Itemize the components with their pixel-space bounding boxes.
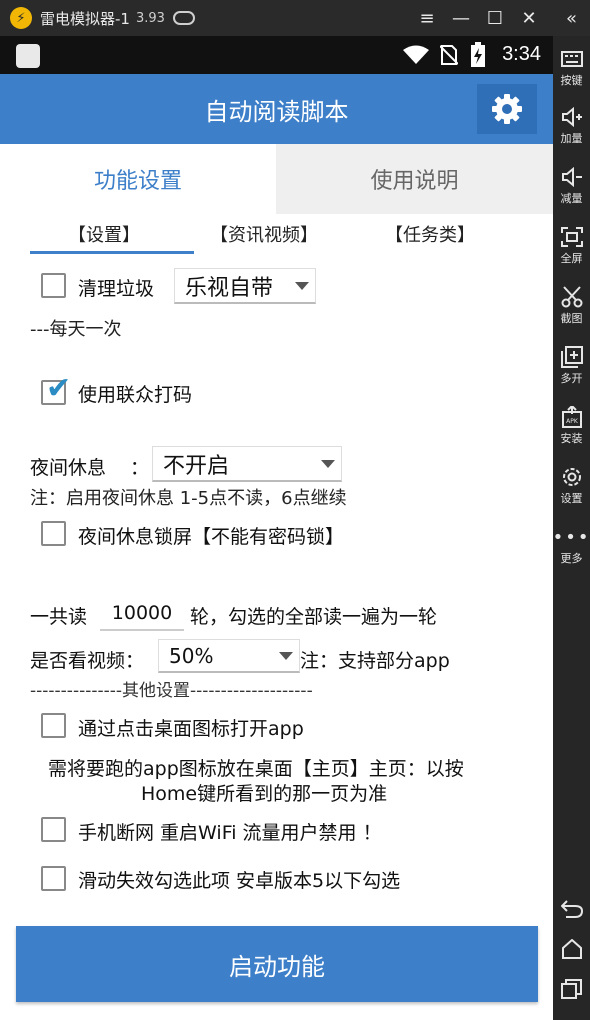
maximize-icon[interactable]: ☐ bbox=[478, 0, 512, 36]
desktop-icon-label: 通过点击桌面图标打开app bbox=[78, 718, 304, 740]
back-icon bbox=[560, 898, 583, 920]
multi-instance-icon bbox=[560, 346, 583, 368]
sub-tabs: 【设置】 【资讯视频】 【任务类】 bbox=[0, 219, 553, 255]
video-label: 是否看视频： bbox=[30, 650, 145, 672]
swipe-fix-label: 滑动失效勾选此项 安卓版本5以下勾选 bbox=[78, 870, 401, 892]
rounds-prefix: 一共读 bbox=[30, 606, 88, 628]
emulator-sidebar: 按键 加量 减量 全屏 截图 多开 APK 安装 设置 ••• 更多 bbox=[553, 36, 590, 1020]
sidebar-item-volume-down[interactable]: 减量 bbox=[553, 166, 590, 206]
lianzhong-label: 使用联众打码 bbox=[78, 384, 193, 406]
subtab-indicator bbox=[30, 251, 194, 254]
video-note: 注：支持部分app bbox=[300, 650, 450, 672]
sidebar-label: 设置 bbox=[560, 492, 583, 505]
settings-button[interactable] bbox=[477, 84, 537, 134]
emulator-name: 雷电模拟器-1 bbox=[40, 9, 130, 28]
clean-trash-checkbox[interactable] bbox=[41, 273, 66, 298]
start-button[interactable]: 启动功能 bbox=[16, 926, 538, 1002]
subtab-settings[interactable]: 【设置】 bbox=[68, 221, 140, 247]
sidebar-label: 多开 bbox=[560, 372, 583, 385]
close-icon[interactable]: ✕ bbox=[512, 0, 546, 36]
check-icon: ✔ bbox=[46, 371, 72, 406]
gear-icon bbox=[492, 94, 522, 124]
app-title: 自动阅读脚本 bbox=[204, 98, 349, 126]
sidebar-label: 更多 bbox=[560, 552, 583, 565]
volume-up-icon bbox=[561, 106, 583, 128]
apk-install-icon: APK bbox=[561, 406, 583, 428]
sidebar-item-settings[interactable]: 设置 bbox=[553, 466, 590, 506]
battery-charging-icon bbox=[471, 42, 485, 67]
nav-back-button[interactable] bbox=[553, 898, 590, 920]
rounds-suffix: 轮，勾选的全部读一遍为一轮 bbox=[190, 606, 438, 628]
subtab-tasks[interactable]: 【任务类】 bbox=[385, 221, 475, 247]
wifi-restart-label: 手机断网 重启WiFi 流量用户禁用 ！ bbox=[78, 822, 382, 844]
desktop-note-line1: 需将要跑的app图标放在桌面【主页】主页：以按 bbox=[48, 758, 464, 780]
sidebar-item-more[interactable]: ••• 更多 bbox=[553, 526, 590, 566]
clean-trash-note: ---每天一次 bbox=[30, 319, 122, 340]
more-icon: ••• bbox=[552, 526, 590, 548]
tab-instructions[interactable]: 使用说明 bbox=[276, 144, 553, 214]
night-rest-select[interactable]: 不开启 bbox=[152, 446, 342, 482]
clean-trash-select-value: 乐视自带 bbox=[185, 275, 274, 301]
fullscreen-icon bbox=[560, 226, 583, 248]
sidebar-label: 全屏 bbox=[560, 252, 583, 265]
swipe-fix-checkbox[interactable] bbox=[41, 866, 66, 891]
scissors-icon bbox=[561, 286, 583, 308]
night-lock-checkbox[interactable] bbox=[41, 521, 66, 546]
video-select-value: 50% bbox=[169, 643, 214, 668]
sidebar-item-keys[interactable]: 按键 bbox=[553, 48, 590, 88]
sidebar-item-screenshot[interactable]: 截图 bbox=[553, 286, 590, 326]
tab-function-settings[interactable]: 功能设置 bbox=[0, 144, 276, 214]
sidebar-item-install[interactable]: APK 安装 bbox=[553, 406, 590, 446]
emulator-title-bar: ⚡ 雷电模拟器-1 3.93 ≡ — ☐ ✕ « bbox=[0, 0, 590, 36]
notification-icon bbox=[16, 44, 40, 68]
keyboard-icon bbox=[560, 48, 583, 70]
sidebar-label: 按键 bbox=[560, 74, 583, 87]
wifi-restart-checkbox[interactable] bbox=[41, 817, 66, 842]
sidebar-label: 安装 bbox=[560, 432, 583, 445]
chevron-down-icon bbox=[295, 281, 309, 290]
no-sim-icon bbox=[440, 45, 458, 65]
sidebar-item-volume-up[interactable]: 加量 bbox=[553, 106, 590, 146]
night-rest-label: 夜间休息 bbox=[30, 457, 107, 479]
android-status-bar: 3:34 bbox=[0, 36, 553, 74]
main-tabs: 功能设置 使用说明 bbox=[0, 144, 553, 214]
settings-icon bbox=[561, 466, 583, 488]
night-rest-note: 注：启用夜间休息 1-5点不读，6点继续 bbox=[30, 488, 347, 509]
recents-icon bbox=[560, 978, 583, 1000]
sidebar-label: 加量 bbox=[560, 132, 583, 145]
night-lock-label: 夜间休息锁屏【不能有密码锁】 bbox=[78, 526, 345, 548]
app-screen: 自动阅读脚本 功能设置 使用说明 【设置】 【资讯视频】 【任务类】 清理垃圾 bbox=[0, 74, 553, 1020]
svg-text:APK: APK bbox=[566, 418, 579, 425]
sidebar-label: 减量 bbox=[560, 192, 583, 205]
subtab-news-video[interactable]: 【资讯视频】 bbox=[210, 221, 318, 247]
clean-trash-label: 清理垃圾 bbox=[78, 278, 155, 300]
chevron-down-icon bbox=[279, 651, 293, 660]
volume-down-icon bbox=[561, 166, 583, 188]
nav-home-button[interactable] bbox=[553, 938, 590, 960]
clean-trash-select[interactable]: 乐视自带 bbox=[174, 268, 316, 304]
desktop-icon-checkbox[interactable] bbox=[41, 713, 66, 738]
sidebar-label: 截图 bbox=[560, 312, 583, 325]
chevron-down-icon bbox=[321, 459, 335, 468]
lianzhong-checkbox[interactable]: ✔ bbox=[41, 374, 71, 405]
status-time: 3:34 bbox=[502, 43, 541, 65]
emulator-logo-icon: ⚡ bbox=[10, 7, 32, 29]
nav-recents-button[interactable] bbox=[553, 978, 590, 1000]
gamepad-icon[interactable] bbox=[172, 11, 195, 25]
night-rest-select-value: 不开启 bbox=[163, 453, 230, 479]
desktop-note-line2: Home键所看到的那一页为准 bbox=[141, 783, 388, 805]
video-select[interactable]: 50% bbox=[158, 639, 300, 673]
emulator-version: 3.93 bbox=[135, 10, 165, 26]
minimize-icon[interactable]: — bbox=[444, 0, 478, 36]
sidebar-item-multi[interactable]: 多开 bbox=[553, 346, 590, 386]
other-settings-divider: ---------------其他设置-------------------- bbox=[30, 681, 313, 701]
wifi-icon bbox=[403, 45, 429, 64]
app-bar: 自动阅读脚本 bbox=[0, 74, 553, 144]
sidebar-item-fullscreen[interactable]: 全屏 bbox=[553, 226, 590, 266]
rounds-input[interactable]: 10000 bbox=[100, 597, 184, 631]
menu-icon[interactable]: ≡ bbox=[410, 0, 444, 36]
collapse-sidebar-icon[interactable]: « bbox=[553, 0, 590, 36]
night-rest-colon: ： bbox=[130, 457, 150, 479]
home-icon bbox=[561, 938, 583, 960]
